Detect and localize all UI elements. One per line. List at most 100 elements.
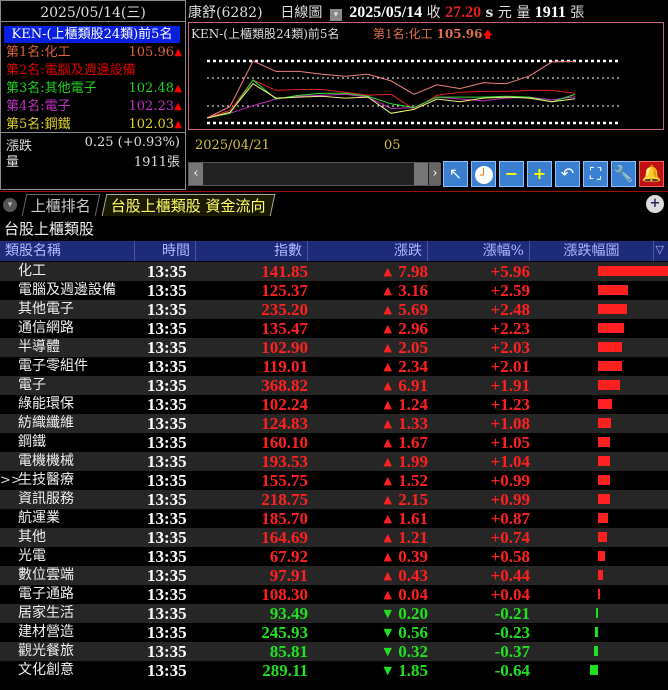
sector-name: 通信網路: [18, 320, 74, 336]
col-time[interactable]: 時間: [135, 241, 196, 261]
sector-name: 半導體: [18, 339, 60, 355]
pct-bar: [593, 646, 598, 656]
tab-menu-icon[interactable]: ▾: [3, 198, 17, 212]
undo-icon[interactable]: ↶: [555, 161, 580, 187]
pct-bar: [595, 627, 598, 637]
table-row[interactable]: >> 生技醫療 13:35 155.75 ▲ 1.52 +0.99: [0, 471, 668, 490]
table-row[interactable]: 文化創意 13:35 289.11 ▼ 1.85 -0.64: [0, 661, 668, 680]
chart-type: 日線圖: [280, 5, 323, 21]
table-row[interactable]: 化工 13:35 141.85 ▲ 7.98 +5.96: [0, 262, 668, 281]
time: 13:35: [147, 471, 187, 490]
col-bar[interactable]: 漲跌幅圖: [530, 241, 654, 261]
change-value: 2.34: [398, 357, 428, 376]
table-row[interactable]: 通信網路 13:35 135.47 ▲ 2.96 +2.23: [0, 319, 668, 338]
up-arrow-icon: ▲: [383, 569, 392, 582]
table-row[interactable]: 數位雲端 13:35 97.91 ▲ 0.43 +0.44: [0, 566, 668, 585]
time: 13:35: [147, 604, 187, 623]
pct-bar: [598, 513, 609, 523]
time: 13:35: [147, 395, 187, 414]
col-pct[interactable]: 漲幅%: [428, 241, 530, 261]
pct-bar: [598, 532, 607, 542]
change-value: 2.96: [398, 319, 428, 338]
table-row[interactable]: 電子 13:35 368.82 ▲ 6.91 +1.91: [0, 376, 668, 395]
scroll-left-icon[interactable]: ‹: [189, 163, 203, 185]
rank-item[interactable]: 第2名:電腦及週邊設備: [6, 62, 182, 80]
sector-name: 其他電子: [18, 301, 74, 317]
dropdown-icon[interactable]: ▾: [329, 9, 342, 21]
sector-name: 文化創意: [18, 662, 74, 678]
clock-icon[interactable]: ┘: [471, 161, 496, 187]
table-row[interactable]: 綠能環保 13:35 102.24 ▲ 1.24 +1.23: [0, 395, 668, 414]
up-arrow-icon: ▲: [383, 284, 392, 297]
table-row[interactable]: 電機機械 13:35 193.53 ▲ 1.99 +1.04: [0, 452, 668, 471]
volume-value: 1911張: [133, 155, 180, 170]
scroll-thumb[interactable]: [414, 163, 428, 185]
pct-bar: [595, 608, 598, 618]
table-row[interactable]: 電子通路 13:35 108.30 ▲ 0.04 +0.04: [0, 585, 668, 604]
chart-scrollbar[interactable]: ‹ ›: [188, 162, 441, 186]
table-row[interactable]: 居家生活 13:35 93.49 ▼ 0.20 -0.21: [0, 604, 668, 623]
change-value: 6.91: [398, 376, 428, 395]
tab-otc-sectors[interactable]: 台股上櫃類股 資金流向: [101, 194, 276, 216]
sector-name: 化工: [18, 263, 46, 279]
bell-icon[interactable]: 🔔: [639, 161, 664, 187]
index-value: 160.10: [261, 433, 308, 452]
sector-name: 電子: [18, 377, 46, 393]
pct-value: -0.64: [494, 661, 530, 680]
table-row[interactable]: 半導體 13:35 102.90 ▲ 2.05 +2.03: [0, 338, 668, 357]
index-value: 108.30: [261, 585, 308, 604]
close-price: 27.20: [445, 4, 482, 21]
table-row[interactable]: 電腦及週邊設備 13:35 125.37 ▲ 3.16 +2.59: [0, 281, 668, 300]
up-arrow-icon: ▲: [383, 303, 392, 316]
tab-otc-ranking[interactable]: 上櫃排名: [21, 194, 101, 216]
wrench-icon[interactable]: 🔧: [611, 161, 636, 187]
col-change[interactable]: 漲跌: [308, 241, 428, 261]
pct-bar: [598, 437, 611, 447]
time: 13:35: [147, 338, 187, 357]
time: 13:35: [147, 585, 187, 604]
time: 13:35: [147, 566, 187, 585]
table-row[interactable]: 紡織纖維 13:35 124.83 ▲ 1.33 +1.08: [0, 414, 668, 433]
sector-name: 電腦及週邊設備: [18, 282, 116, 298]
stock-name: 康舒(6282): [188, 5, 263, 21]
table-row[interactable]: 航運業 13:35 185.70 ▲ 1.61 +0.87: [0, 509, 668, 528]
pct-bar: [598, 380, 621, 390]
table-row[interactable]: 其他電子 13:35 235.20 ▲ 5.69 +2.48: [0, 300, 668, 319]
pct-value: -0.23: [494, 623, 530, 642]
col-index[interactable]: 指數: [196, 241, 308, 261]
zoom-in-icon[interactable]: +: [527, 161, 552, 187]
fit-screen-icon[interactable]: ⛶: [583, 161, 608, 187]
sector-name: 建材營造: [18, 624, 74, 640]
up-arrow-icon: ▲: [383, 322, 392, 335]
scroll-right-icon[interactable]: ›: [429, 163, 441, 185]
table-row[interactable]: 電子零組件 13:35 119.01 ▲ 2.34 +2.01: [0, 357, 668, 376]
filter-icon[interactable]: ▽: [656, 243, 664, 256]
table-row[interactable]: 觀光餐旅 13:35 85.81 ▼ 0.32 -0.37: [0, 642, 668, 661]
zoom-out-icon[interactable]: −: [499, 161, 524, 187]
table-row[interactable]: 其他 13:35 164.69 ▲ 1.21 +0.74: [0, 528, 668, 547]
pct-value: +0.87: [490, 509, 530, 528]
pct-value: +0.74: [490, 528, 530, 547]
down-arrow-icon: ▼: [383, 645, 392, 658]
zoom-magnifier-icon[interactable]: +: [646, 195, 664, 213]
pct-value: +1.05: [490, 433, 530, 452]
table-row[interactable]: 資訊服務 13:35 218.75 ▲ 2.15 +0.99: [0, 490, 668, 509]
table-row[interactable]: 光電 13:35 67.92 ▲ 0.39 +0.58: [0, 547, 668, 566]
pct-value: +2.23: [490, 319, 530, 338]
up-arrow-icon: ▲: [383, 531, 392, 544]
rank-item[interactable]: 第4名:電子 102.23 ▲: [6, 98, 182, 116]
pct-value: +1.08: [490, 414, 530, 433]
pct-bar: [598, 399, 613, 409]
rank-item[interactable]: 第1名:化工 105.96 ▲: [6, 44, 182, 62]
table-row[interactable]: 建材營造 13:35 245.93 ▼ 0.56 -0.23: [0, 623, 668, 642]
pct-bar: [598, 589, 600, 599]
up-arrow-icon: ▲: [174, 47, 182, 58]
volume-label: 量: [6, 155, 20, 170]
table-row[interactable]: 鋼鐵 13:35 160.10 ▲ 1.67 +1.05: [0, 433, 668, 452]
col-name[interactable]: 類股名稱: [0, 241, 135, 261]
pct-bar: [598, 361, 622, 371]
unit-yuan: 元: [497, 5, 512, 21]
rank-item[interactable]: 第3名:其他電子 102.48 ▲: [6, 80, 182, 98]
arrow-cursor-icon[interactable]: ↖: [443, 161, 468, 187]
time: 13:35: [147, 528, 187, 547]
